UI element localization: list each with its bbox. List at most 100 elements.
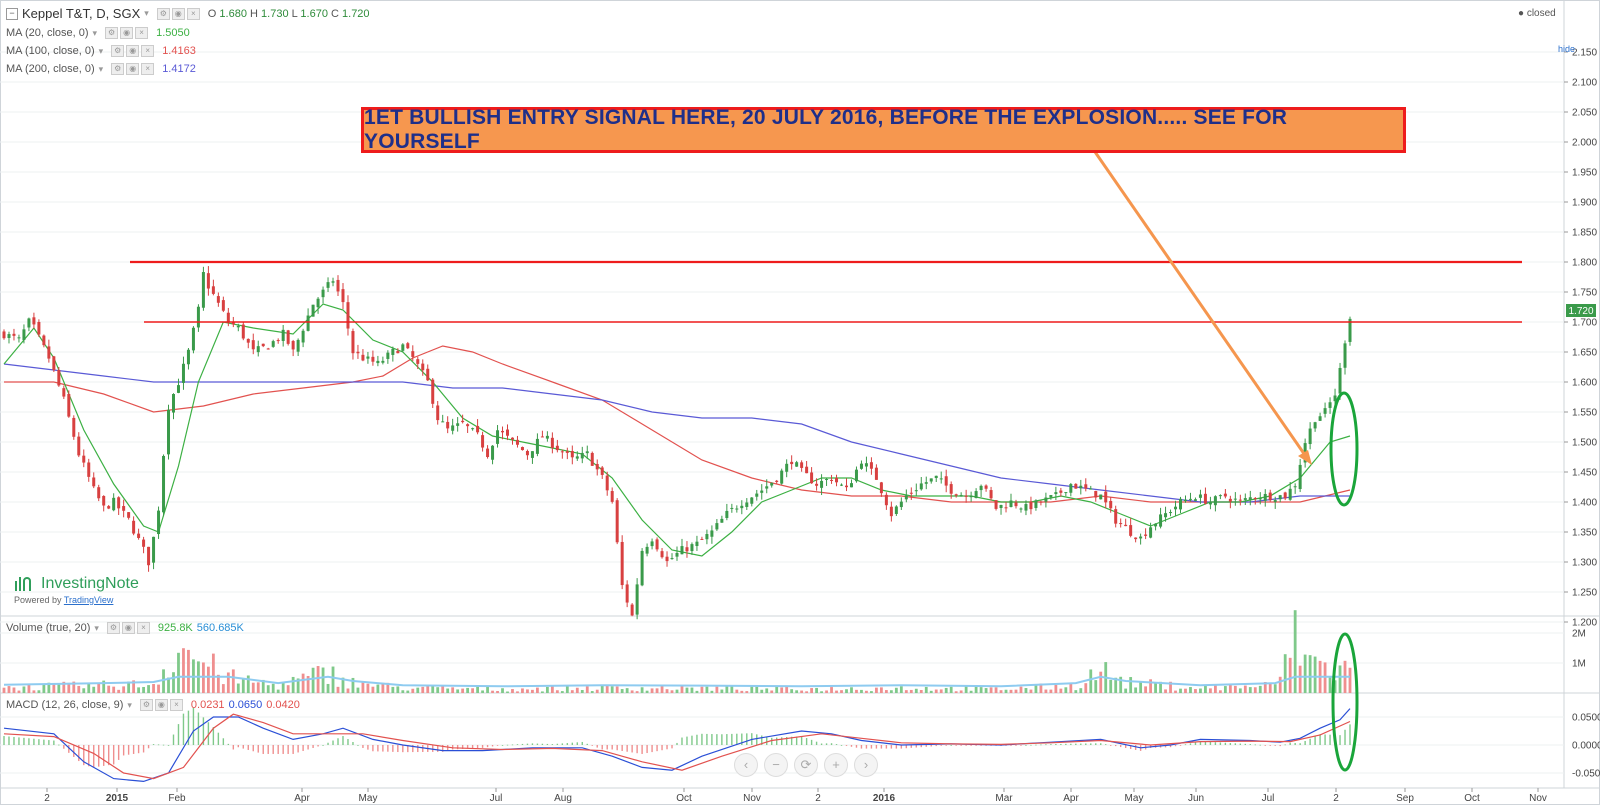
eye-icon[interactable]: ◉ bbox=[126, 63, 140, 75]
volume-ma-value: 560.685K bbox=[196, 622, 244, 634]
volume-bar bbox=[1144, 686, 1148, 693]
candle-down bbox=[486, 448, 490, 458]
volume-bar bbox=[984, 688, 988, 693]
eye-icon[interactable]: ◉ bbox=[121, 622, 135, 634]
volume-label: Volume (true, 20) bbox=[6, 622, 91, 634]
volume-bar bbox=[1243, 685, 1247, 693]
eye-icon[interactable]: ◉ bbox=[154, 699, 168, 711]
volume-bar bbox=[1134, 687, 1138, 693]
close-icon[interactable]: × bbox=[135, 27, 149, 39]
tradingview-link[interactable]: TradingView bbox=[64, 595, 114, 605]
macd-hist-bar bbox=[975, 745, 977, 746]
macd-hist-bar bbox=[262, 745, 264, 754]
price-tick-label: 1.800 bbox=[1572, 258, 1597, 269]
macd-hist-bar bbox=[397, 745, 399, 753]
macd-hist-bar bbox=[1219, 742, 1222, 745]
zoom-out-button[interactable]: − bbox=[764, 753, 788, 777]
settings-icon[interactable]: ⚙ bbox=[156, 7, 170, 20]
chevron-down-icon[interactable]: ▾ bbox=[99, 64, 104, 75]
collapse-icon[interactable]: − bbox=[6, 7, 18, 20]
ma20-legend[interactable]: MA (20, close, 0) ▾ ⚙ ◉ × 1.5050 bbox=[6, 27, 190, 39]
candle-down bbox=[815, 483, 819, 486]
macd-hist-bar bbox=[1010, 745, 1012, 746]
macd-hist-bar bbox=[367, 745, 369, 750]
macd-hist-bar bbox=[307, 745, 309, 750]
settings-icon[interactable]: ⚙ bbox=[106, 622, 120, 634]
close-icon[interactable]: × bbox=[169, 699, 183, 711]
close-icon[interactable]: × bbox=[141, 63, 155, 75]
candle-down bbox=[466, 424, 470, 427]
chevron-down-icon[interactable]: ▾ bbox=[144, 8, 149, 19]
volume-bar bbox=[286, 685, 290, 693]
candle-up bbox=[760, 490, 764, 493]
volume-bar bbox=[710, 690, 714, 693]
candle-up bbox=[1079, 485, 1083, 489]
candle-up bbox=[1208, 502, 1212, 505]
eye-icon[interactable]: ◉ bbox=[120, 27, 134, 39]
candle-up bbox=[849, 483, 853, 488]
reset-button[interactable]: ⟳ bbox=[794, 753, 818, 777]
zoom-in-button[interactable]: + bbox=[824, 753, 848, 777]
chevron-down-icon[interactable]: ▾ bbox=[94, 623, 99, 634]
close-icon[interactable]: × bbox=[141, 45, 155, 57]
volume-bar bbox=[87, 683, 91, 693]
chevron-down-icon[interactable]: ▾ bbox=[99, 46, 104, 57]
volume-bar bbox=[1029, 689, 1033, 693]
candle-down bbox=[122, 506, 126, 511]
macd-hist-bar bbox=[1194, 742, 1197, 745]
scroll-right-button[interactable]: › bbox=[854, 753, 878, 777]
signal-annotation[interactable]: 1ET BULLISH ENTRY SIGNAL HERE, 20 JULY 2… bbox=[361, 106, 1406, 153]
macd-hist-bar bbox=[845, 745, 848, 746]
candle-up bbox=[765, 486, 769, 489]
volume-bar bbox=[630, 690, 634, 693]
volume-bar bbox=[675, 689, 679, 693]
volume-legend[interactable]: Volume (true, 20) ▾ ⚙ ◉ × 925.8K 560.685K bbox=[6, 622, 244, 634]
candle-up bbox=[1159, 514, 1163, 527]
watermark: InvestingNote Powered by TradingView bbox=[14, 575, 139, 605]
settings-icon[interactable]: ⚙ bbox=[105, 27, 119, 39]
macd-hist-bar bbox=[870, 745, 873, 749]
symbol-title[interactable]: Keppel T&T, D, SGX bbox=[22, 6, 140, 21]
macd-hist-bar bbox=[277, 745, 279, 754]
macd-hist-bar bbox=[511, 744, 514, 746]
volume-bar bbox=[1328, 677, 1332, 693]
scroll-left-button[interactable]: ‹ bbox=[734, 753, 758, 777]
volume-bar bbox=[32, 690, 36, 693]
macd-signal-value: 0.0420 bbox=[266, 699, 300, 711]
macd-hist-bar bbox=[626, 745, 628, 752]
hide-link[interactable]: hide bbox=[1558, 44, 1575, 54]
last-price-label: 1.720 bbox=[1566, 304, 1596, 317]
ma200-legend[interactable]: MA (200, close, 0) ▾ ⚙ ◉ × 1.4172 bbox=[6, 63, 196, 75]
candle-up bbox=[785, 463, 789, 472]
symbol-legend: − Keppel T&T, D, SGX ▾ ⚙ ◉ × O 1.680 H 1… bbox=[6, 6, 370, 21]
chevron-down-icon[interactable]: ▾ bbox=[127, 700, 132, 711]
close-icon[interactable]: × bbox=[136, 622, 150, 634]
eye-icon[interactable]: ◉ bbox=[171, 7, 185, 20]
candle-up bbox=[456, 423, 460, 426]
price-tick-label: 1.700 bbox=[1572, 318, 1597, 329]
candle-up bbox=[22, 329, 26, 341]
macd-hist-bar bbox=[312, 745, 314, 748]
macd-hist-bar bbox=[157, 744, 160, 746]
macd-hist-bar bbox=[1209, 741, 1212, 745]
close-icon[interactable]: × bbox=[186, 7, 200, 20]
volume-bar bbox=[526, 689, 529, 693]
candle-down bbox=[805, 466, 809, 474]
settings-icon[interactable]: ⚙ bbox=[139, 699, 153, 711]
candle-down bbox=[241, 324, 245, 339]
candle-up bbox=[381, 360, 385, 363]
volume-bar bbox=[615, 686, 619, 693]
candle-down bbox=[411, 351, 415, 357]
macd-hist-bar bbox=[58, 744, 60, 746]
volume-bar bbox=[1288, 657, 1292, 693]
macd-hist-bar bbox=[835, 744, 838, 745]
eye-icon[interactable]: ◉ bbox=[126, 45, 140, 57]
settings-icon[interactable]: ⚙ bbox=[111, 63, 125, 75]
macd-legend[interactable]: MACD (12, 26, close, 9) ▾ ⚙ ◉ × 0.0231 0.0… bbox=[6, 699, 300, 711]
ma100-legend[interactable]: MA (100, close, 0) ▾ ⚙ ◉ × 1.4163 bbox=[6, 45, 196, 57]
settings-icon[interactable]: ⚙ bbox=[111, 45, 125, 57]
volume-bar bbox=[715, 686, 719, 693]
ma20-value: 1.5050 bbox=[156, 27, 190, 39]
time-tick-label: Jul bbox=[490, 793, 503, 804]
chevron-down-icon[interactable]: ▾ bbox=[93, 28, 98, 39]
